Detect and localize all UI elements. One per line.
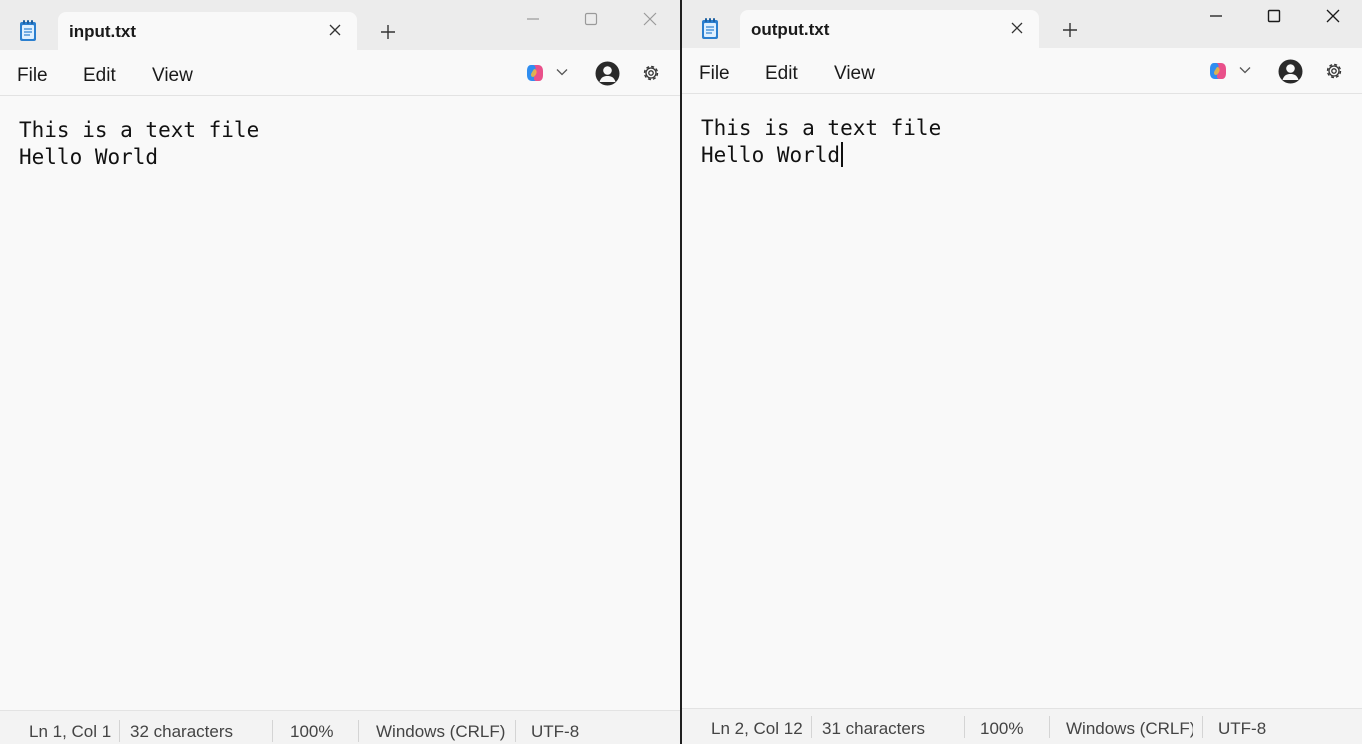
chevron-down-icon[interactable]	[556, 68, 568, 76]
line-ending[interactable]: Windows (CRLF)	[1066, 719, 1193, 739]
divider	[358, 720, 359, 742]
notepad-icon	[702, 18, 718, 39]
editor-line-text: Hello World	[701, 143, 841, 167]
menu-edit[interactable]: Edit	[765, 63, 798, 85]
divider	[1049, 716, 1050, 738]
tab-output-txt[interactable]: output.txt	[740, 10, 1039, 48]
divider	[515, 720, 516, 742]
profile-icon[interactable]	[595, 61, 620, 86]
text-editor[interactable]: This is a text file Hello World	[0, 97, 680, 710]
text-caret	[841, 142, 843, 167]
divider	[272, 720, 273, 742]
character-count: 32 characters	[130, 722, 233, 741]
encoding[interactable]: UTF-8	[531, 722, 579, 742]
title-bar: input.txt	[0, 0, 680, 50]
minimize-icon[interactable]	[526, 12, 540, 26]
close-icon[interactable]	[643, 12, 657, 26]
notepad-window-output: output.txt File Edit View This is a text…	[682, 0, 1362, 744]
editor-line: This is a text file	[19, 118, 260, 142]
menu-bar: File Edit View	[682, 48, 1362, 94]
status-bar: Ln 1, Col 1 32 characters 100% Windows (…	[0, 710, 680, 744]
maximize-icon[interactable]	[584, 12, 598, 26]
copilot-icon[interactable]	[1208, 61, 1228, 81]
plus-icon[interactable]	[1060, 20, 1080, 40]
editor-line: Hello World	[701, 142, 843, 169]
chevron-down-icon[interactable]	[1239, 66, 1251, 74]
divider	[119, 720, 120, 742]
plus-icon[interactable]	[378, 22, 398, 42]
copilot-icon[interactable]	[525, 63, 545, 83]
status-bar: Ln 2, Col 12 31 characters 100% Windows …	[682, 708, 1362, 744]
zoom-level[interactable]: 100%	[980, 719, 1023, 739]
text-editor[interactable]: This is a text file Hello World	[682, 95, 1362, 708]
maximize-icon[interactable]	[1267, 9, 1281, 23]
character-count: 31 characters	[822, 719, 925, 738]
divider	[964, 716, 965, 738]
title-bar: output.txt	[682, 0, 1362, 48]
menu-view[interactable]: View	[834, 63, 875, 85]
tab-input-txt[interactable]: input.txt	[58, 12, 357, 50]
menu-file[interactable]: File	[699, 63, 730, 85]
editor-line: This is a text file	[701, 116, 942, 140]
divider	[1202, 716, 1203, 738]
gear-icon[interactable]	[641, 63, 661, 83]
editor-line: Hello World	[19, 145, 159, 169]
close-icon[interactable]	[1326, 9, 1340, 23]
zoom-level[interactable]: 100%	[290, 722, 333, 742]
line-ending[interactable]: Windows (CRLF)	[376, 722, 505, 742]
menu-edit[interactable]: Edit	[83, 65, 116, 87]
cursor-position[interactable]: Ln 1, Col 1	[29, 722, 111, 742]
tab-title: input.txt	[69, 22, 137, 41]
minimize-icon[interactable]	[1209, 9, 1223, 23]
encoding[interactable]: UTF-8	[1218, 719, 1266, 739]
notepad-window-input: input.txt File Edit View This is a text …	[0, 0, 680, 744]
tab-title: output.txt	[751, 20, 830, 39]
close-icon[interactable]	[328, 23, 342, 37]
divider	[811, 716, 812, 738]
menu-view[interactable]: View	[152, 65, 193, 87]
menu-file[interactable]: File	[17, 65, 48, 87]
gear-icon[interactable]	[1324, 61, 1344, 81]
cursor-position[interactable]: Ln 2, Col 12	[711, 719, 803, 739]
profile-icon[interactable]	[1278, 59, 1303, 84]
notepad-icon	[20, 20, 36, 41]
menu-bar: File Edit View	[0, 50, 680, 96]
close-icon[interactable]	[1010, 21, 1024, 35]
